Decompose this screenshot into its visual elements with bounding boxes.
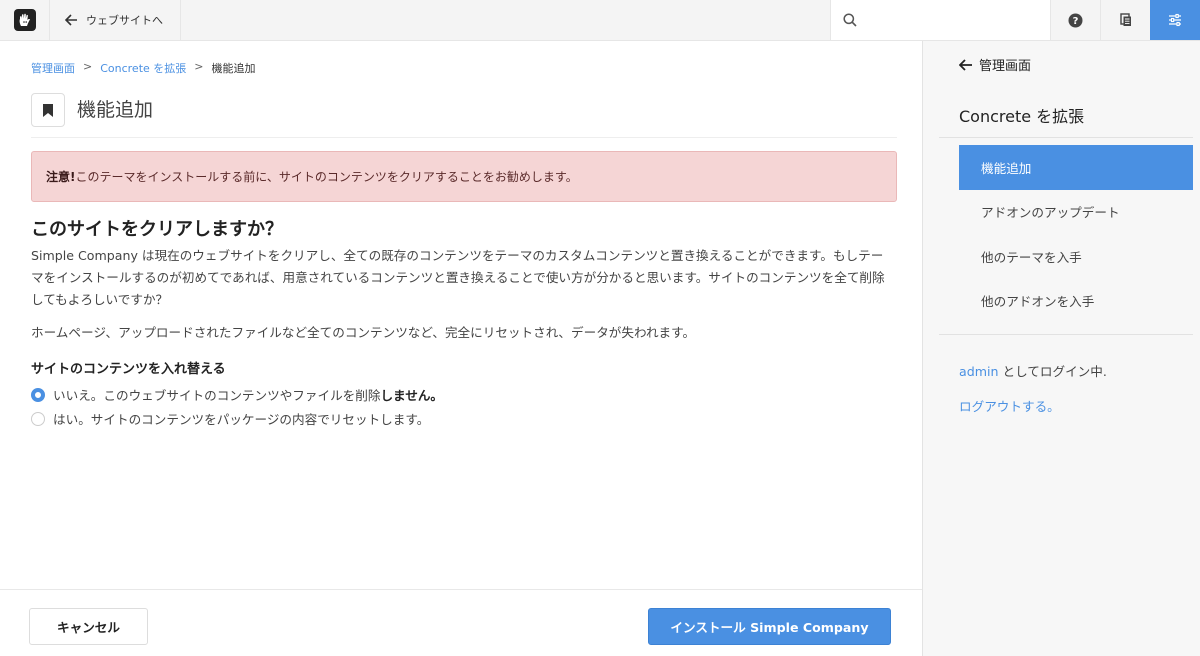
logged-in-status: admin としてログイン中.: [959, 361, 1107, 380]
top-toolbar: ウェブサイトへ ?: [0, 0, 1200, 41]
alert-text: このテーマをインストールする前に、サイトのコンテンツをクリアすることをお勧めしま…: [75, 170, 578, 184]
logged-in-suffix: としてログイン中.: [998, 364, 1107, 379]
logout-link[interactable]: ログアウトする。: [959, 396, 1060, 415]
cancel-button[interactable]: キャンセル: [29, 608, 148, 645]
search-input[interactable]: [865, 5, 1050, 35]
radio-option-yes[interactable]: はい。サイトのコンテンツをパッケージの内容でリセットします。: [31, 409, 429, 428]
sidebar-menu: 機能追加 アドオンのアップデート 他のテーマを入手 他のアドオンを入手: [959, 145, 1193, 323]
breadcrumb-separator: >: [83, 60, 93, 73]
arrow-left-icon: [959, 58, 972, 71]
replace-content-label: サイトのコンテンツを入れ替える: [31, 362, 226, 377]
right-sidebar: 管理画面 Concrete を拡張 機能追加 アドオンのアップデート 他のテーマ…: [922, 41, 1200, 656]
sidebar-item-label: 他のアドオンを入手: [981, 294, 1095, 310]
hand-logo-icon: [13, 9, 36, 31]
page-title: 機能追加: [77, 99, 154, 121]
alert-strong: 注意!: [46, 170, 76, 184]
sidebar-back-link[interactable]: 管理画面: [959, 55, 1031, 74]
breadcrumb-extend[interactable]: Concrete を拡張: [100, 60, 186, 76]
sitemap-button[interactable]: [1100, 0, 1150, 40]
breadcrumb-current: 機能追加: [211, 62, 256, 75]
back-to-website-link[interactable]: ウェブサイトへ: [51, 0, 181, 40]
radio-option-no[interactable]: いいえ。このウェブサイトのコンテンツやファイルを削除 しません。: [31, 385, 443, 404]
warning-alert: 注意! このテーマをインストールする前に、サイトのコンテンツをクリアすることをお勧…: [31, 151, 897, 202]
radio-no-label: いいえ。このウェブサイトのコンテンツやファイルを削除: [53, 388, 381, 403]
help-icon: ?: [1068, 13, 1083, 27]
radio-no-bold: しません。: [380, 388, 444, 403]
pages-icon: [1119, 13, 1131, 26]
help-button[interactable]: ?: [1050, 0, 1100, 40]
sidebar-item-addon-updates[interactable]: アドオンのアップデート: [959, 190, 1193, 235]
description-paragraph: Simple Company は現在のウェブサイトをクリアし、全ての既存のコンテ…: [31, 248, 885, 307]
breadcrumb: 管理画面 > Concrete を拡張 > 機能追加: [31, 60, 256, 76]
warning-paragraph: ホームページ、アップロードされたファイルなど全てのコンテンツなど、完全にリセット…: [31, 325, 696, 340]
breadcrumb-dashboard[interactable]: 管理画面: [31, 60, 75, 76]
breadcrumb-separator: >: [194, 60, 204, 73]
sidebar-item-label: 機能追加: [981, 160, 1032, 176]
sliders-icon: [1169, 13, 1181, 27]
radio-yes-label: はい。サイトのコンテンツをパッケージの内容でリセットします。: [53, 412, 430, 427]
back-to-website-label: ウェブサイトへ: [86, 14, 163, 27]
svg-text:?: ?: [1073, 16, 1079, 27]
bookmark-icon: [31, 93, 65, 127]
sidebar-item-get-addons[interactable]: 他のアドオンを入手: [959, 279, 1193, 324]
radio-yes[interactable]: [31, 411, 45, 426]
sidebar-item-label: 他のテーマを入手: [981, 249, 1082, 265]
sidebar-item-add-functionality[interactable]: 機能追加: [959, 145, 1193, 190]
arrow-left-icon: [65, 14, 77, 26]
sidebar-item-get-themes[interactable]: 他のテーマを入手: [959, 234, 1193, 279]
clear-site-heading: このサイトをクリアしますか？: [31, 219, 283, 240]
page-header: 機能追加: [31, 93, 897, 138]
dashboard-settings-button[interactable]: [1150, 0, 1200, 40]
logged-in-user-link[interactable]: admin: [959, 364, 998, 379]
sidebar-title: Concrete を拡張: [959, 107, 1085, 126]
concrete-logo[interactable]: [0, 0, 50, 40]
install-button[interactable]: インストール Simple Company: [648, 608, 891, 645]
sidebar-back-label: 管理画面: [979, 59, 1032, 74]
form-footer: キャンセル インストール Simple Company: [0, 589, 922, 656]
sidebar-divider: [939, 137, 1193, 138]
radio-no[interactable]: [31, 387, 45, 402]
search-icon: [843, 13, 857, 27]
sidebar-divider: [939, 334, 1193, 335]
main-content: 管理画面 > Concrete を拡張 > 機能追加 機能追加 注意! このテーマ…: [0, 41, 922, 656]
sidebar-item-label: アドオンのアップデート: [981, 205, 1120, 221]
search-box: [830, 0, 1050, 40]
